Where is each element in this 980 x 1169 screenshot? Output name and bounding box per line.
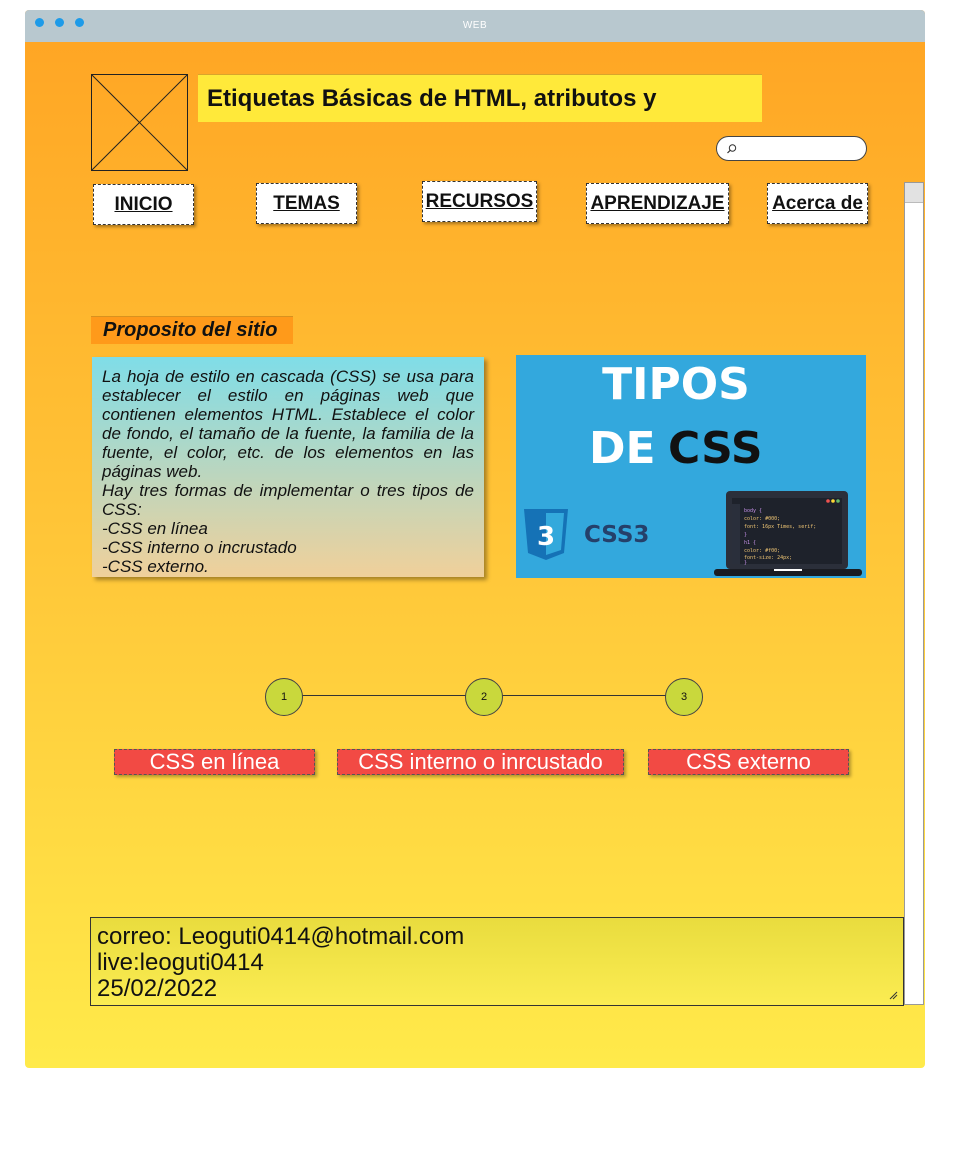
footer-live: live:leoguti0414 [97,949,264,976]
code-line: color: #000; [744,516,780,522]
css-inline-button[interactable]: CSS en línea [114,749,315,775]
css3-label: CSS3 [584,522,649,548]
image-line1: TIPOS [602,359,750,410]
description-box: La hoja de estilo en cascada (CSS) se us… [92,357,484,577]
css-types-illustration: TIPOS DE CSS 3 CSS3 body { color: #000; … [524,359,862,576]
nav-inicio-button[interactable]: INICIO [93,184,194,225]
image-placeholder-icon [92,75,187,170]
description-list-item: -CSS externo. [102,557,209,576]
nav-acerca-button[interactable]: Acerca de [767,183,868,224]
step-3[interactable]: 3 [665,678,703,716]
description-list-item: -CSS interno o incrustado [102,538,297,557]
scrollbar[interactable] [904,182,924,1005]
footer-textarea[interactable]: correo: Leoguti0414@hotmail.com live:leo… [90,917,904,1006]
step-1[interactable]: 1 [265,678,303,716]
image-line2b: CSS [668,423,763,474]
svg-text:3: 3 [537,522,555,552]
nav-aprendizaje-button[interactable]: APRENDIZAJE [586,183,729,224]
code-line: } [744,532,747,538]
code-line: color: #f00; [744,548,780,554]
code-line: } [744,560,747,566]
laptop-icon: body { color: #000; font: 16px Times, se… [714,491,862,576]
nav-temas-button[interactable]: TEMAS [256,183,357,224]
code-line: font-size: 24px; [744,555,792,561]
window-title-bar: WEB [25,10,925,42]
search-icon [727,144,737,154]
scrollbar-thumb[interactable] [905,183,923,203]
css-internal-button[interactable]: CSS interno o inrcustado [337,749,624,775]
description-list-item: -CSS en línea [102,519,208,538]
resize-grip-icon[interactable] [888,990,898,1000]
code-line: font: 16px Times, serif; [744,524,816,530]
description-paragraph: La hoja de estilo en cascada (CSS) se us… [102,367,474,481]
nav-recursos-button[interactable]: RECURSOS [422,181,537,222]
description-paragraph: Hay tres formas de implementar o tres ti… [102,481,474,519]
logo-placeholder [91,74,188,171]
section-title: Proposito del sitio [91,316,293,344]
image-line2a: DE [589,423,656,474]
search-input[interactable] [716,136,867,161]
css-types-image: TIPOS DE CSS 3 CSS3 body { color: #000; … [516,355,866,578]
footer-email: correo: Leoguti0414@hotmail.com [97,923,465,950]
browser-window: WEB Etiquetas Básicas de HTML, atributos… [25,10,925,1068]
step-2[interactable]: 2 [465,678,503,716]
code-line: h1 { [744,540,756,546]
css3-logo-icon: 3 [524,509,568,560]
footer-date: 25/02/2022 [97,975,218,1002]
code-line: body { [744,508,762,514]
css-external-button[interactable]: CSS externo [648,749,849,775]
window-title: WEB [462,20,488,31]
page-title: Etiquetas Básicas de HTML, atributos y [198,74,762,122]
